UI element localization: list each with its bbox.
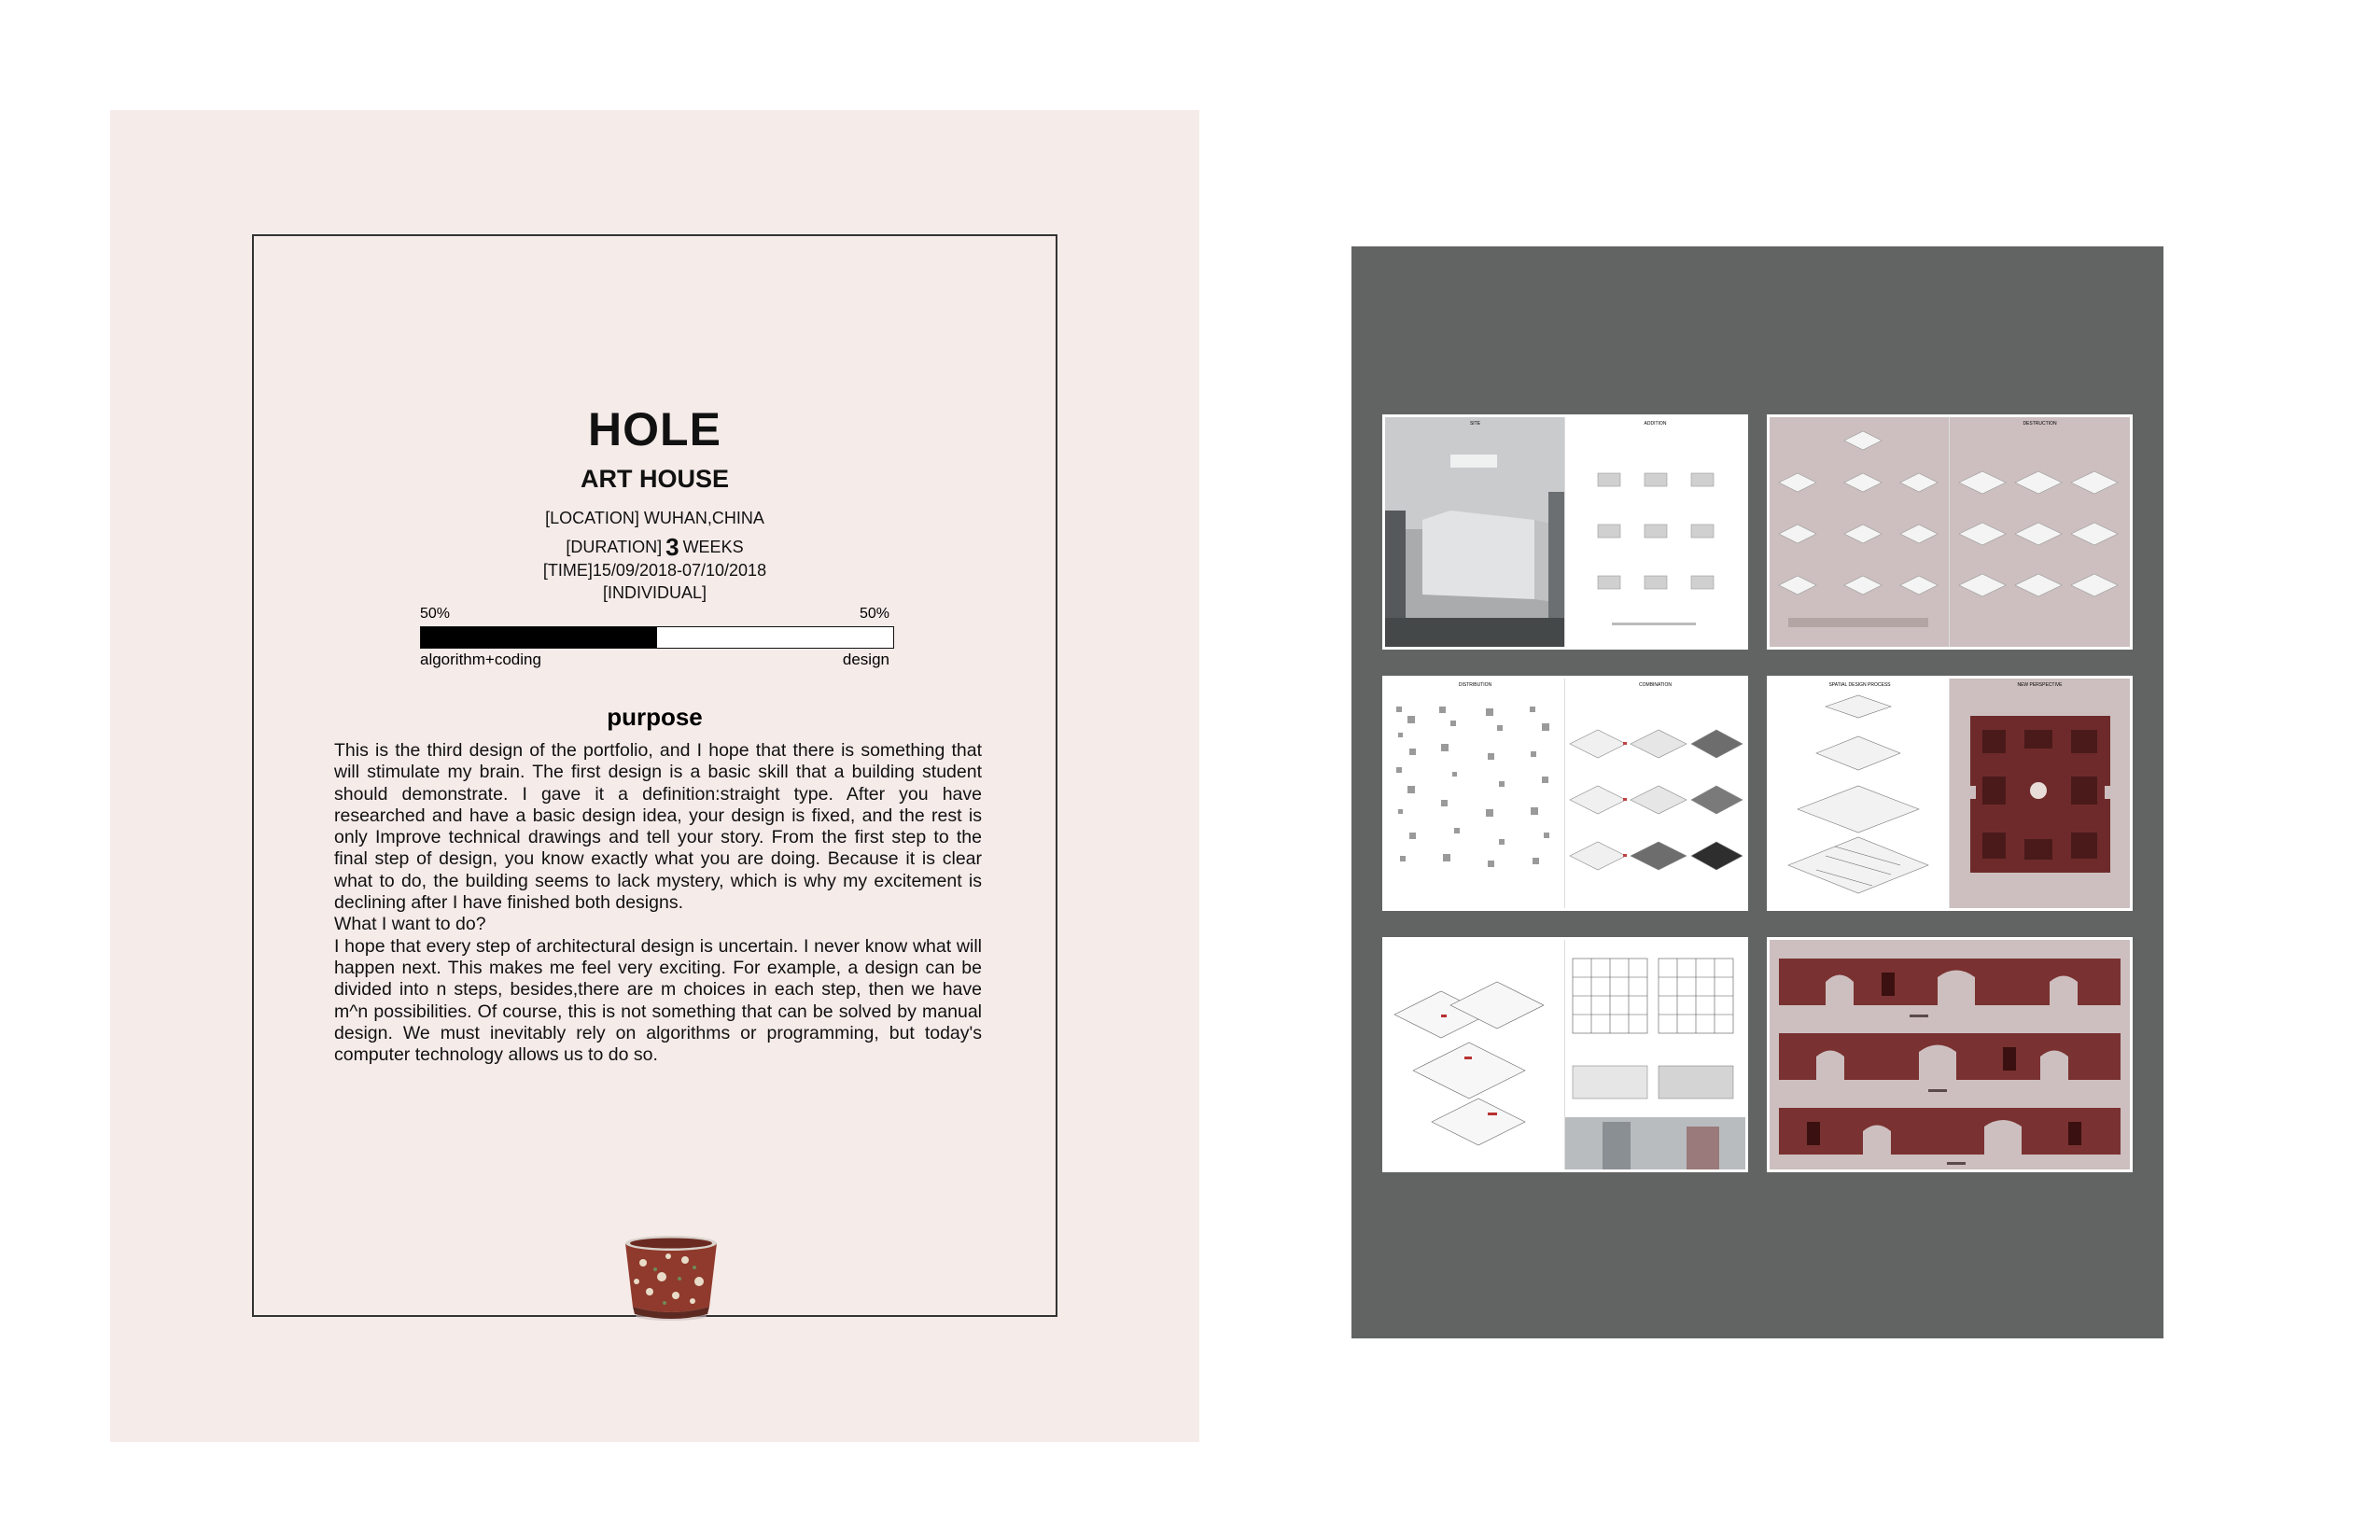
spread-3[interactable]: DISTRIBUTION COMBINATION [1382,676,1748,911]
duration: [DURATION] 3 WEEKS [254,533,1056,562]
spread-4-left-page: SPATIAL DESIGN PROCESS [1770,679,1950,908]
project-type: [INDIVIDUAL] [602,583,707,602]
site-photo [1385,417,1565,647]
perspective-plan [1970,716,2110,873]
spread-2-right-page: DESTRUCTION [1949,417,2130,647]
purpose-paragraph-2: I hope that every step of architectural … [334,935,982,1066]
spread-4-right-title: NEW PERSPECTIVE [2017,682,2063,688]
right-percent: 50% [859,606,889,622]
right-label: design [842,651,889,668]
spread-2-left-page [1770,417,1950,647]
spread-4[interactable]: SPATIAL DESIGN PROCESS NEW PERSPECTIVE [1767,676,2133,911]
spatial-process-diagram [1787,694,1929,894]
duration-suffix: WEEKS [682,538,744,556]
spread-6[interactable] [1767,937,2133,1172]
purpose-heading: purpose [607,703,703,731]
location: [LOCATION] WUHAN,CHINA [545,509,764,527]
tea-cup-image [625,1236,717,1321]
sections-drawing [1779,959,2121,1165]
spread-1[interactable]: SITE ADDITION [1382,414,1748,650]
spread-3-left-title: DISTRIBUTION [1458,682,1492,688]
content-frame: HOLE ART HOUSE [LOCATION] WUHAN,CHINA [D… [252,234,1057,1321]
spread-1-right-page: ADDITION [1564,417,1745,647]
spread-1-left-title: SITE [1469,421,1481,427]
spread-2[interactable]: DESTRUCTION [1767,414,2133,650]
spread-5-right-page [1564,940,1745,1169]
left-percent: 50% [420,606,451,622]
duration-prefix: [DURATION] [566,538,663,556]
destruction-diagrams [1958,470,2119,597]
spread-6-page [1770,940,2130,1169]
project-subtitle: ART HOUSE [580,465,729,493]
purpose-question: What I want to do? [334,914,486,935]
axonometric-drawing [1393,981,1545,1146]
addition-diagrams [1597,472,1715,625]
spread-5[interactable] [1382,937,1748,1172]
ratio-bar-fill [421,627,657,648]
left-label: algorithm+coding [420,651,541,668]
spread-4-right-page: NEW PERSPECTIVE [1949,679,2130,908]
spread-1-right-title: ADDITION [1644,421,1667,427]
combination-models [1569,729,1743,871]
spread-5-left-page [1385,940,1565,1169]
spread-4-left-title: SPATIAL DESIGN PROCESS [1828,682,1891,688]
ratio-bar [420,626,894,649]
spread-2-right-title: DESTRUCTION [2023,421,2057,427]
purpose-paragraph-1: This is the third design of the portfoli… [334,740,982,914]
distribution-grids [1396,707,1549,867]
process-diagrams [1778,430,1939,627]
plans-and-renders [1565,958,1745,1169]
duration-value: 3 [665,533,679,561]
left-page: HOLE ART HOUSE [LOCATION] WUHAN,CHINA [D… [110,110,1199,1442]
spread-3-left-page: DISTRIBUTION [1385,679,1565,908]
spread-1-left-page: SITE [1385,417,1565,647]
purpose-text: This is the third design of the portfoli… [334,740,982,1066]
project-title: HOLE [588,403,721,455]
spread-3-right-title: COMBINATION [1639,682,1672,688]
spread-3-right-page: COMBINATION [1564,679,1745,908]
thumbnail-panel: SITE ADDITION DESTRUCTION DISTRIBUTION C… [1351,246,2163,1338]
time: [TIME]15/09/2018-07/10/2018 [542,561,767,580]
